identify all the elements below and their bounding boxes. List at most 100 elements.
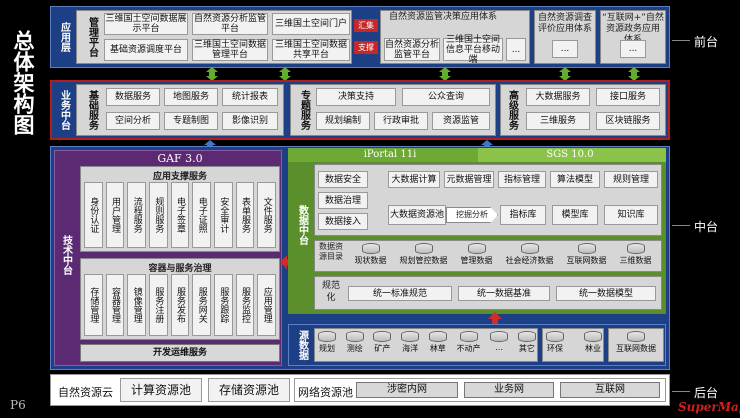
std-item-2[interactable]: 统一数据模型 [556,286,656,301]
support-item[interactable]: 表单服务 [235,182,255,248]
net-item-0[interactable]: 涉密内网 [356,382,458,398]
network-pool-label: 网络资源池 [298,386,353,399]
catalog-item[interactable]: 规划管控数据 [400,243,448,266]
container-item[interactable]: 存储管理 [84,274,103,336]
std-item-1[interactable]: 统一数据基准 [458,286,550,301]
source-item[interactable]: 矿产 [373,331,392,361]
ops-item-2[interactable]: 指标管理 [498,171,546,188]
source-extra-item[interactable]: 林业 [584,331,602,361]
source-item[interactable]: ... [490,331,509,361]
source-item[interactable]: 其它 [517,331,536,361]
support-item[interactable]: 流程服务 [127,182,147,248]
source-item[interactable]: 林草 [428,331,447,361]
sup-item-0[interactable]: 自然资源分析监管平台 [384,38,440,61]
source-internet-item[interactable]: 互联网数据 [616,331,656,361]
container-item[interactable]: 容器管理 [105,274,125,336]
source-item-label: 海洋 [402,344,419,353]
topic-item-2[interactable]: 规划编制 [316,112,370,130]
container-item[interactable]: 服务监控 [235,274,255,336]
net-item-2[interactable]: 互联网 [560,382,660,398]
database-icon [626,243,645,254]
support-item[interactable]: 身份认证 [84,182,103,248]
support-item[interactable]: 电子证照 [192,182,212,248]
catalog-item[interactable]: 社会经济数据 [506,243,554,266]
database-icon [490,331,509,342]
ops-item-1[interactable]: 元数据管理 [444,171,494,188]
app-item-5[interactable]: 三维国土空间数据共享平台 [272,39,350,61]
sgs-label: SGS 10.0 [546,149,594,160]
container-item[interactable]: 镜像管理 [127,274,147,336]
topic-item-4[interactable]: 资源监管 [432,112,490,130]
topic-item-0[interactable]: 决策支持 [316,88,396,106]
container-item[interactable]: 应用管理 [257,274,277,336]
adv-item-1[interactable]: 接口服务 [596,88,660,106]
database-icon [517,331,536,342]
support-item[interactable]: 规则服务 [149,182,168,248]
container-item[interactable]: 服务跟踪 [214,274,233,336]
catalog-item[interactable]: 管理数据 [461,243,493,266]
source-item[interactable]: 不动产 [457,331,481,361]
base-item-3[interactable]: 空间分析 [106,112,160,130]
catalog-item[interactable]: 三维数据 [620,243,652,266]
support-item[interactable]: 安全审计 [214,182,233,248]
base-item-5[interactable]: 影像识别 [222,112,278,130]
topic-item-1[interactable]: 公众查询 [402,88,490,106]
base-item-1[interactable]: 地图服务 [164,88,218,106]
container-item[interactable]: 服务网关 [192,274,212,336]
ops-item-4[interactable]: 规则管理 [604,171,658,188]
source-extra-item-label: 环保 [547,344,563,353]
catalog-item[interactable]: 现状数据 [355,243,387,266]
container-item[interactable]: 服务注册 [149,274,168,336]
lib-item-0[interactable]: 指标库 [500,205,546,225]
catalog-item[interactable]: 互联网数据 [567,243,607,266]
compute-pool[interactable]: 计算资源池 [120,378,202,402]
base-service-label: 基础服务 [86,90,98,130]
std-item-0[interactable]: 统一标准规范 [348,286,452,301]
source-internet: 互联网数据 [610,331,662,361]
source-item-label: 规划 [319,344,335,353]
container-items: 存储管理 容器管理 镜像管理 服务注册 服务发布 服务网关 服务跟踪 服务监控 应用管理 [84,274,277,336]
source-extra-item-label: 林业 [585,344,601,353]
supervision-title: 自然资源监管决策应用体系 [388,12,497,22]
topic-item-3[interactable]: 行政审批 [374,112,428,130]
adv-item-0[interactable]: 大数据服务 [526,88,590,106]
lib-item-2[interactable]: 知识库 [604,205,658,225]
source-item[interactable]: 规划 [318,331,336,361]
ops-item-3[interactable]: 算法模型 [550,171,600,188]
container-item[interactable]: 服务发布 [170,274,190,336]
base-item-2[interactable]: 统计报表 [222,88,278,106]
app-item-3[interactable]: 基础资源调度平台 [104,39,188,61]
survey-title: 自然资源调查评价应用体系 [537,13,592,34]
support-item[interactable]: 电子签章 [170,182,190,248]
mgmt-platform-label: 管理平台 [86,17,98,57]
app-item-2[interactable]: 三维国土空间门户 [272,13,350,35]
cloud-label: 自然资源云 [58,386,113,399]
container-title: 容器与服务治理 [148,264,212,274]
source-item[interactable]: 海洋 [401,331,420,361]
base-item-0[interactable]: 数据服务 [106,88,160,106]
source-extra-item[interactable]: 环保 [546,331,564,361]
app-item-0[interactable]: 三维国土空间数据展示平台 [104,13,188,35]
base-item-4[interactable]: 专题制图 [164,112,218,130]
gov-item-2[interactable]: 数据接入 [318,213,368,230]
gov-item-0[interactable]: 数据安全 [318,171,368,188]
page-number: P6 [10,398,26,412]
ops-item-0[interactable]: 大数据计算 [388,171,440,188]
big-data-pool[interactable]: 大数据资源池 [388,205,446,225]
storage-pool[interactable]: 存储资源池 [208,378,290,402]
lib-item-1[interactable]: 模型库 [552,205,598,225]
adv-item-3[interactable]: 区块链服务 [596,112,660,130]
net-item-1[interactable]: 业务网 [464,382,554,398]
adv-item-2[interactable]: 三维服务 [526,112,590,130]
database-icon [584,331,602,342]
app-item-4[interactable]: 三维国土空间数据管理平台 [192,39,268,61]
iportal-label: iPortal 11i [363,149,417,160]
devops-box[interactable]: 开发运维服务 [80,344,280,362]
app-item-1[interactable]: 自然资源分析监管平台 [192,13,268,35]
gov-item-1[interactable]: 数据治理 [318,192,368,209]
support-item[interactable]: 文件服务 [257,182,277,248]
support-item[interactable]: 用户管理 [105,182,125,248]
sup-item-1[interactable]: 三维国土空间信息平台移动端 [443,35,503,65]
title-text: 总体架构图 [11,30,35,135]
source-item[interactable]: 测绘 [345,331,364,361]
